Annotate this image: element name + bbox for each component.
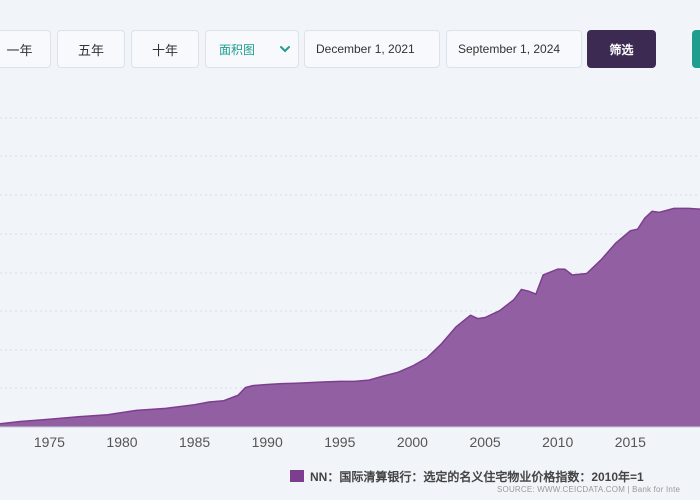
end-date-input[interactable] [446, 30, 582, 68]
x-tick-label: 2000 [397, 434, 428, 450]
range-1-year-button[interactable]: 一年 [0, 30, 51, 68]
legend-swatch [290, 470, 304, 482]
x-tick-label: 1990 [252, 434, 283, 450]
x-tick-label: 1975 [34, 434, 65, 450]
x-axis-ticks: 1975 1980 1985 1990 1995 2000 2005 2010 2015 [0, 426, 700, 450]
chart-type-select[interactable]: 面积图 [205, 30, 299, 68]
x-tick-label: 1995 [324, 434, 355, 450]
source-attribution: SOURCE: WWW.CEICDATA.COM | Bank for Inte [497, 485, 681, 494]
chevron-down-icon [280, 46, 290, 53]
x-tick-label: 2015 [615, 434, 646, 450]
range-10-year-button[interactable]: 十年 [131, 30, 199, 68]
chart-toolbar: 一年 五年 十年 面积图 筛选 [0, 0, 700, 90]
x-tick-label: 2010 [542, 434, 573, 450]
x-tick-label: 2005 [470, 434, 501, 450]
range-5-year-button[interactable]: 五年 [57, 30, 125, 68]
x-tick-label: 1980 [106, 434, 137, 450]
series-area [0, 208, 700, 427]
filter-button[interactable]: 筛选 [587, 30, 656, 68]
start-date-input[interactable] [304, 30, 440, 68]
chart-type-select-value: 面积图 [219, 42, 256, 57]
x-tick-label: 1985 [179, 434, 210, 450]
download-button[interactable] [692, 30, 700, 68]
area-chart: 1975 1980 1985 1990 1995 2000 2005 2010 2015 [0, 117, 700, 450]
legend-series-label: NN：国际清算银行：选定的名义住宅物业价格指数：2010年=1 [310, 469, 644, 484]
chart-legend: NN：国际清算银行：选定的名义住宅物业价格指数：2010年=1 [290, 467, 700, 485]
